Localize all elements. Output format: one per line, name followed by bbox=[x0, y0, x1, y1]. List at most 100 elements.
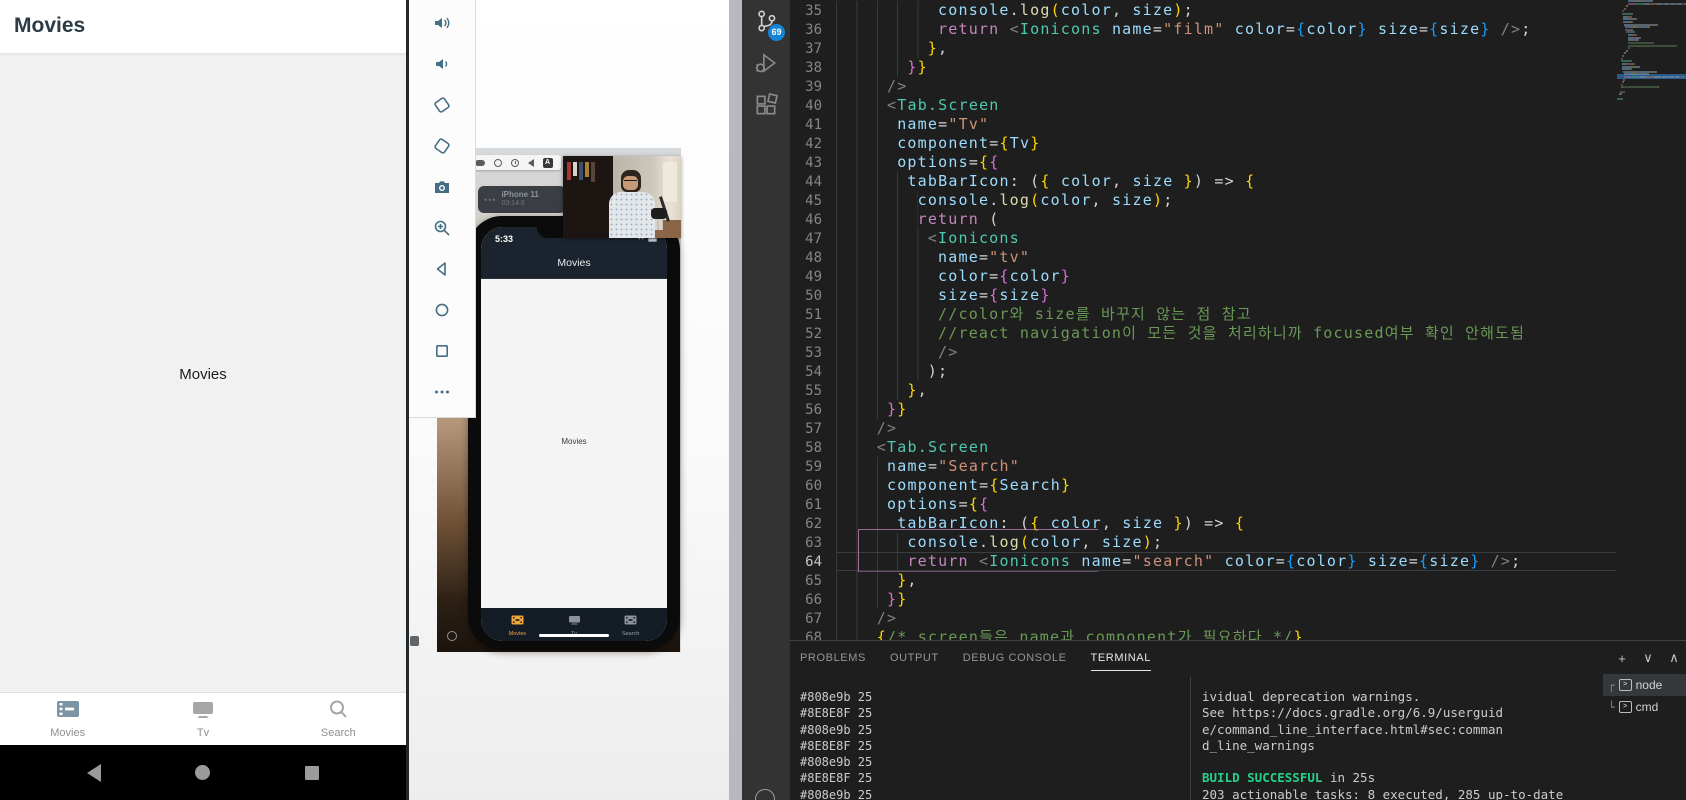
maximize-panel-icon[interactable]: ∧ bbox=[1666, 650, 1682, 666]
terminal-left-pane[interactable]: #808e9b 25 #8E8E8F 25 #808e9b 25 #8E8E8F 25… bbox=[800, 689, 1180, 800]
indent-guides bbox=[836, 438, 877, 457]
code-line-58[interactable]: 58 <Tab.Screen bbox=[790, 438, 1686, 457]
screenshot-camera-icon[interactable] bbox=[431, 176, 453, 198]
iphone-tab-search[interactable]: Search bbox=[602, 608, 659, 641]
overview-icon[interactable] bbox=[431, 340, 453, 362]
line-number: 67 bbox=[805, 611, 822, 627]
code-line-46[interactable]: 46 return ( bbox=[790, 210, 1686, 229]
android-home-icon[interactable] bbox=[195, 765, 211, 780]
minimap[interactable] bbox=[1617, 0, 1686, 120]
code-line-37[interactable]: 37}, bbox=[790, 39, 1686, 58]
terminal-split-divider[interactable] bbox=[1190, 677, 1191, 800]
line-number: 35 bbox=[805, 3, 822, 19]
rotate-right-icon[interactable] bbox=[431, 135, 453, 157]
code-line-66[interactable]: 66}} bbox=[790, 590, 1686, 609]
android-back-icon[interactable] bbox=[87, 763, 102, 782]
code-line-61[interactable]: 61 options={{ bbox=[790, 495, 1686, 514]
iphone-tab-movies[interactable]: Movies bbox=[489, 608, 546, 641]
code-line-48[interactable]: 48 name="tv" bbox=[790, 248, 1686, 267]
panel-tab-output[interactable]: OUTPUT bbox=[890, 641, 939, 675]
rotate-left-icon[interactable] bbox=[431, 94, 453, 116]
code-line-40[interactable]: 40 <Tab.Screen bbox=[790, 96, 1686, 115]
code-editor[interactable]: 35 console.log(color, size); 36 return <Ion… bbox=[790, 0, 1686, 640]
desktop-taskbar-icon[interactable] bbox=[447, 631, 457, 641]
code-line-51[interactable]: 51//color와 size를 바꾸지 않는 점 참고 bbox=[790, 305, 1686, 324]
terminal-item-label: node bbox=[1635, 678, 1663, 692]
code-line-54[interactable]: 54); bbox=[790, 362, 1686, 381]
code-line-56[interactable]: 56}} bbox=[790, 400, 1686, 419]
code-line-53[interactable]: 53/> bbox=[790, 343, 1686, 362]
volume-down-icon[interactable] bbox=[431, 53, 453, 75]
code-line-55[interactable]: 55}, bbox=[790, 381, 1686, 400]
code-line-45[interactable]: 45 console.log(color, size); bbox=[790, 191, 1686, 210]
line-number: 57 bbox=[805, 421, 822, 437]
volume-up-icon[interactable] bbox=[431, 12, 453, 34]
more-icon[interactable] bbox=[431, 381, 453, 403]
emulator-toolbar bbox=[409, 0, 476, 418]
desktop-taskbar-icon[interactable] bbox=[410, 636, 419, 646]
line-number: 53 bbox=[805, 345, 822, 361]
code-line-47[interactable]: 47 <Ionicons bbox=[790, 229, 1686, 248]
code-line-65[interactable]: 65}, bbox=[790, 571, 1686, 590]
android-tab-label: Search bbox=[320, 727, 356, 739]
code-line-50[interactable]: 50 size={size} bbox=[790, 286, 1686, 305]
code-line-38[interactable]: 38}} bbox=[790, 58, 1686, 77]
terminal-item-cmd[interactable]: └ > cmd bbox=[1603, 696, 1686, 718]
panel-tab-terminal[interactable]: TERMINAL bbox=[1090, 641, 1152, 675]
code-line-42[interactable]: 42 component={Tv} bbox=[790, 134, 1686, 153]
vscode-window: 69 35 console.log(color, size); 36 return <… bbox=[742, 0, 1686, 800]
new-terminal-icon[interactable]: + bbox=[1614, 651, 1630, 666]
iphone-frame: 5:33 •• Movies Movies MoviesTvSearch bbox=[468, 216, 680, 650]
terminal-right-pane[interactable]: ividual deprecation warnings. See https:/… bbox=[1202, 689, 1563, 800]
code-line-35[interactable]: 35 console.log(color, size); bbox=[790, 1, 1686, 20]
indent-guides bbox=[836, 191, 918, 210]
minimap-line bbox=[1621, 86, 1660, 89]
cloud-icon[interactable] bbox=[475, 159, 486, 166]
terminal-picker-dropdown-icon[interactable]: ∨ bbox=[1640, 650, 1656, 666]
code-line-67[interactable]: 67/> bbox=[790, 609, 1686, 628]
clock-icon[interactable] bbox=[510, 158, 519, 167]
android-tab-search[interactable]: Search bbox=[271, 693, 406, 745]
android-tab-label: Tv bbox=[196, 727, 210, 739]
simulator-device-pill: ••• iPhone 11 03:14.6 bbox=[478, 186, 566, 213]
iphone-home-indicator[interactable] bbox=[539, 634, 609, 637]
panel-actions: + ∨ ∧ bbox=[1614, 641, 1682, 675]
code-line-59[interactable]: 59 name="Search" bbox=[790, 457, 1686, 476]
code-line-57[interactable]: 57/> bbox=[790, 419, 1686, 438]
terminal-icon: > bbox=[1618, 679, 1632, 691]
code-line-43[interactable]: 43 options={{ bbox=[790, 153, 1686, 172]
panel-tab-debug-console[interactable]: DEBUG CONSOLE bbox=[963, 641, 1067, 675]
indent-guides bbox=[836, 248, 938, 267]
code-line-44[interactable]: 44 tabBarIcon: ({ color, size }) => { bbox=[790, 172, 1686, 191]
accessibility-a-icon[interactable]: A bbox=[542, 157, 553, 168]
film-icon bbox=[55, 699, 81, 724]
code-line-68[interactable]: 68 {/* screen들은 name과 component가 필요하다 */} bbox=[790, 628, 1686, 640]
account-icon[interactable] bbox=[755, 789, 775, 800]
terminal-item-node[interactable]: ┌ > node bbox=[1603, 674, 1686, 696]
code-line-49[interactable]: 49 color={color} bbox=[790, 267, 1686, 286]
run-and-debug-icon[interactable] bbox=[742, 42, 790, 84]
speaker-icon[interactable] bbox=[527, 158, 534, 167]
back-icon[interactable] bbox=[431, 258, 453, 280]
home-icon[interactable] bbox=[431, 299, 453, 321]
code-line-41[interactable]: 41 name="Tv" bbox=[790, 115, 1686, 134]
code-line-36[interactable]: 36 return <Ionicons name="film" color={co… bbox=[790, 20, 1686, 39]
source-control-icon[interactable]: 69 bbox=[742, 0, 790, 42]
indent-guides bbox=[836, 609, 877, 628]
zoom-icon[interactable] bbox=[431, 217, 453, 239]
pause-icon[interactable] bbox=[494, 158, 503, 167]
android-recents-icon[interactable] bbox=[304, 765, 319, 780]
line-number: 43 bbox=[805, 155, 822, 171]
line-number: 51 bbox=[805, 307, 822, 323]
android-tab-tv[interactable]: Tv bbox=[135, 693, 270, 745]
panel-tabs: PROBLEMS OUTPUT DEBUG CONSOLE TERMINAL bbox=[790, 641, 1686, 675]
panel-tab-problems[interactable]: PROBLEMS bbox=[800, 641, 866, 675]
android-tab-movies[interactable]: Movies bbox=[0, 693, 135, 745]
code-line-52[interactable]: 52//react navigation이 모든 것을 처리하니까 focuse… bbox=[790, 324, 1686, 343]
indent-guides bbox=[836, 39, 928, 58]
extensions-icon[interactable] bbox=[742, 84, 790, 126]
code-line-39[interactable]: 39/> bbox=[790, 77, 1686, 96]
code-line-60[interactable]: 60 component={Search} bbox=[790, 476, 1686, 495]
minimap-line bbox=[1624, 75, 1685, 78]
iphone-nav-title: Movies bbox=[557, 257, 591, 269]
